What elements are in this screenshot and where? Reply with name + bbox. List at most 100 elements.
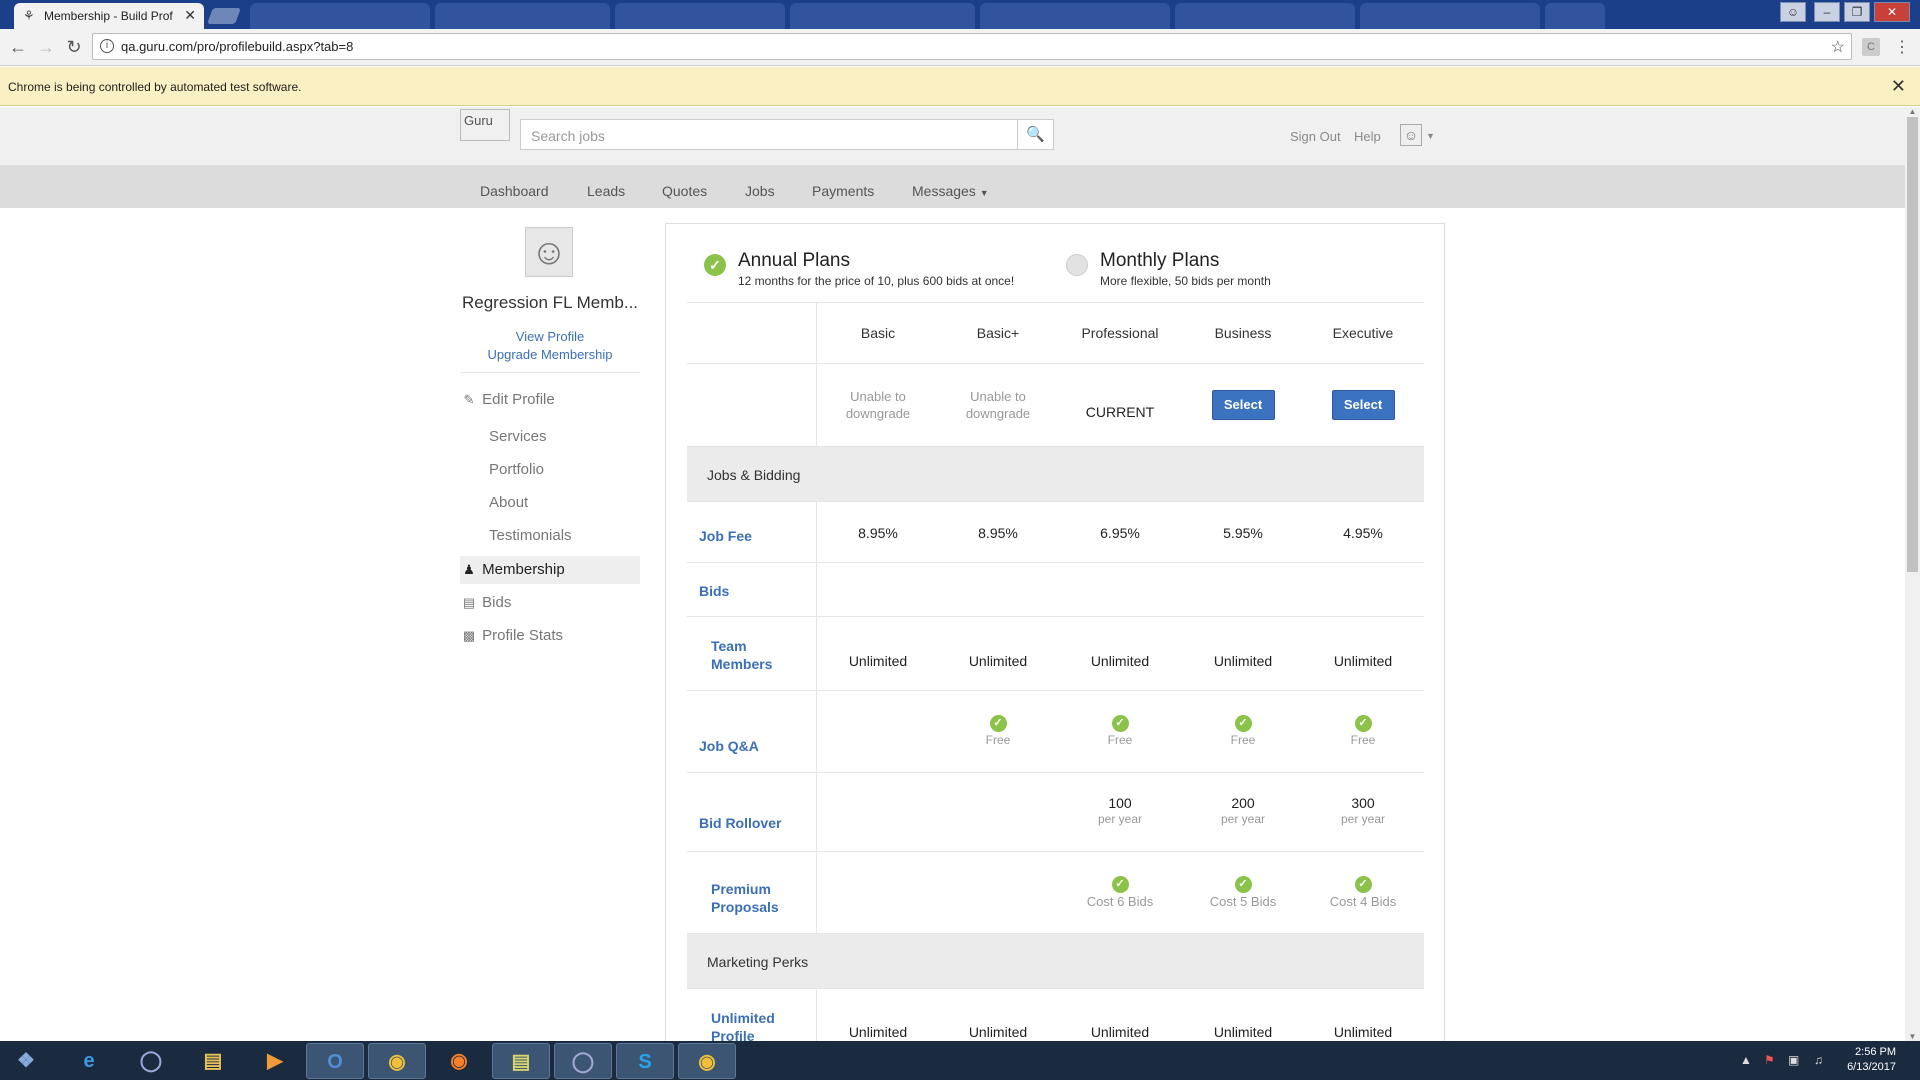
nav-quotes[interactable]: Quotes	[662, 183, 707, 199]
unlimited-profile-value: Unlimited	[848, 1024, 908, 1040]
chrome-icon[interactable]: ◉	[368, 1043, 426, 1079]
sidebar-item-services[interactable]: Services	[460, 423, 640, 451]
outlook-icon[interactable]: O	[306, 1043, 364, 1079]
bid-rollover-label[interactable]: Bid Rollover	[699, 814, 781, 832]
job-qa-label[interactable]: Job Q&A	[699, 737, 759, 755]
nav-jobs[interactable]: Jobs	[745, 183, 775, 199]
monthly-plans-title: Monthly Plans	[1100, 250, 1220, 271]
check-icon: ✓	[1234, 715, 1252, 732]
back-icon[interactable]: ←	[8, 37, 28, 58]
team-members-value: Unlimited	[968, 653, 1028, 669]
volume-icon[interactable]: ♫	[1814, 1053, 1823, 1067]
annual-plans-title: Annual Plans	[738, 250, 850, 271]
address-bar[interactable]: i qa.guru.com/pro/profilebuild.aspx?tab=…	[92, 33, 1852, 60]
sidebar-item-profile-stats[interactable]: ▩ Profile Stats	[460, 622, 640, 650]
job-fee-label[interactable]: Job Fee	[699, 527, 752, 545]
windows-taskbar: ❖ e ◯ ▤ ▶ O ◉ ◉ ▤ ◯ S ◉ ▲ ⚑ ▣ ♫ 2:56 PM …	[0, 1041, 1920, 1080]
checked-radio-icon[interactable]: ✓	[704, 254, 726, 276]
browser-tab-background[interactable]	[615, 3, 785, 29]
chevron-down-icon[interactable]: ▼	[1426, 131, 1435, 141]
chrome-menu-icon[interactable]: ⋮	[1894, 37, 1910, 57]
job-fee-row: Job Fee 8.95% 8.95% 6.95% 5.95% 4.95%	[687, 502, 1424, 563]
job-qa-row: Job Q&A ✓ Free ✓ Free ✓ Free ✓ Free	[687, 691, 1424, 773]
browser-tab-active[interactable]: ⚘ Membership - Build Prof ✕	[14, 3, 204, 29]
check-icon: ✓	[1234, 876, 1252, 893]
job-fee-value: 8.95%	[858, 525, 898, 541]
page-scrollbar[interactable]: ▲ ▼	[1905, 107, 1920, 1041]
action-center-icon[interactable]: ⚑	[1764, 1053, 1775, 1067]
clock[interactable]: 2:56 PM 6/13/2017	[1847, 1045, 1896, 1075]
browser-tab-strip: ⚘ Membership - Build Prof ✕ ☺ – ❐ ✕	[0, 0, 1920, 29]
upgrade-membership-link[interactable]: Upgrade Membership	[460, 347, 640, 362]
browser-tab-background[interactable]	[1360, 3, 1540, 29]
nav-messages-label: Messages	[912, 183, 976, 199]
nav-messages[interactable]: Messages ▼	[912, 183, 989, 199]
check-icon: ✓	[1111, 715, 1129, 732]
sidebar-item-bids[interactable]: ▤ Bids	[460, 589, 640, 617]
avatar[interactable]: ☺	[1400, 124, 1422, 146]
bookmark-star-icon[interactable]: ☆	[1831, 37, 1845, 57]
nav-dashboard[interactable]: Dashboard	[480, 183, 549, 199]
search-icon[interactable]: 🔍	[1017, 120, 1053, 149]
new-tab-button[interactable]	[207, 8, 241, 24]
internet-explorer-icon[interactable]: e	[60, 1043, 118, 1079]
tray-arrow-icon[interactable]: ▲	[1740, 1053, 1752, 1067]
eclipse-icon[interactable]: ◯	[122, 1043, 180, 1079]
view-profile-link[interactable]: View Profile	[460, 329, 640, 344]
tier-name: Basic+	[976, 325, 1020, 341]
sidebar-item-membership[interactable]: ♟ Membership	[460, 556, 640, 584]
infobar-close-icon[interactable]: ✕	[1891, 76, 1906, 97]
extension-icon[interactable]: C	[1862, 38, 1880, 56]
job-qa-cell: ✓ Free	[937, 691, 1059, 772]
start-icon[interactable]: ❖	[0, 1043, 52, 1079]
nav-payments[interactable]: Payments	[812, 183, 874, 199]
close-window-icon[interactable]: ✕	[1874, 2, 1910, 22]
user-profile-icon[interactable]: ☺	[1780, 2, 1806, 22]
scroll-down-icon[interactable]: ▼	[1907, 1032, 1918, 1041]
reload-icon[interactable]: ↻	[64, 37, 84, 58]
profile-label-line: Profile	[711, 1028, 755, 1041]
browser-tab-background[interactable]	[790, 3, 975, 29]
sticky-notes-icon[interactable]: ▤	[492, 1043, 550, 1079]
select-executive-button[interactable]: Select	[1331, 390, 1395, 420]
browser-tab-background[interactable]	[980, 3, 1170, 29]
browser-tab-background[interactable]	[435, 3, 610, 29]
chrome-icon[interactable]: ◉	[678, 1043, 736, 1079]
sidebar-item-edit-profile[interactable]: ✎ Edit Profile	[460, 386, 640, 414]
premium-cell: ✓ Cost 4 Bids	[1302, 852, 1424, 933]
pencil-icon: ✎	[463, 392, 475, 407]
sidebar-item-testimonials[interactable]: Testimonials	[460, 522, 640, 550]
help-link[interactable]: Help	[1354, 129, 1381, 144]
skype-icon[interactable]: S	[616, 1043, 674, 1079]
info-icon[interactable]: i	[100, 39, 114, 53]
browser-tab-background[interactable]	[1175, 3, 1355, 29]
forward-icon[interactable]: →	[36, 37, 56, 58]
nav-leads[interactable]: Leads	[587, 183, 625, 199]
check-icon: ✓	[1354, 715, 1372, 732]
edit-profile-label: Edit Profile	[482, 391, 555, 408]
section-jobs-bidding: Jobs & Bidding	[687, 447, 1424, 502]
sign-out-link[interactable]: Sign Out	[1290, 129, 1341, 144]
file-explorer-icon[interactable]: ▤	[184, 1043, 242, 1079]
sidebar-item-about[interactable]: About	[460, 489, 640, 517]
media-player-icon[interactable]: ▶	[246, 1043, 304, 1079]
browser-tab-background[interactable]	[250, 3, 430, 29]
tier-action-cell: Unable to downgrade	[817, 364, 939, 446]
network-icon[interactable]: ▣	[1788, 1053, 1799, 1067]
tier-header-cell: Professional	[1059, 303, 1181, 363]
eclipse-icon[interactable]: ◯	[554, 1043, 612, 1079]
unchecked-radio-icon[interactable]	[1066, 254, 1088, 276]
search-jobs-input[interactable]: Search jobs 🔍	[520, 119, 1054, 150]
tab-close-icon[interactable]: ✕	[184, 7, 196, 24]
bid-rollover-unit: per year	[1097, 812, 1143, 826]
scroll-thumb[interactable]	[1907, 117, 1918, 572]
minimize-icon[interactable]: –	[1814, 2, 1840, 22]
select-business-button[interactable]: Select	[1211, 390, 1275, 420]
bids-label[interactable]: Bids	[699, 582, 729, 600]
browser-tab-background[interactable]	[1545, 3, 1605, 29]
scroll-up-icon[interactable]: ▲	[1907, 107, 1918, 116]
restore-icon[interactable]: ❐	[1844, 2, 1870, 22]
firefox-icon[interactable]: ◉	[430, 1043, 488, 1079]
sidebar-item-portfolio[interactable]: Portfolio	[460, 456, 640, 484]
guru-logo[interactable]: Guru	[460, 109, 510, 141]
